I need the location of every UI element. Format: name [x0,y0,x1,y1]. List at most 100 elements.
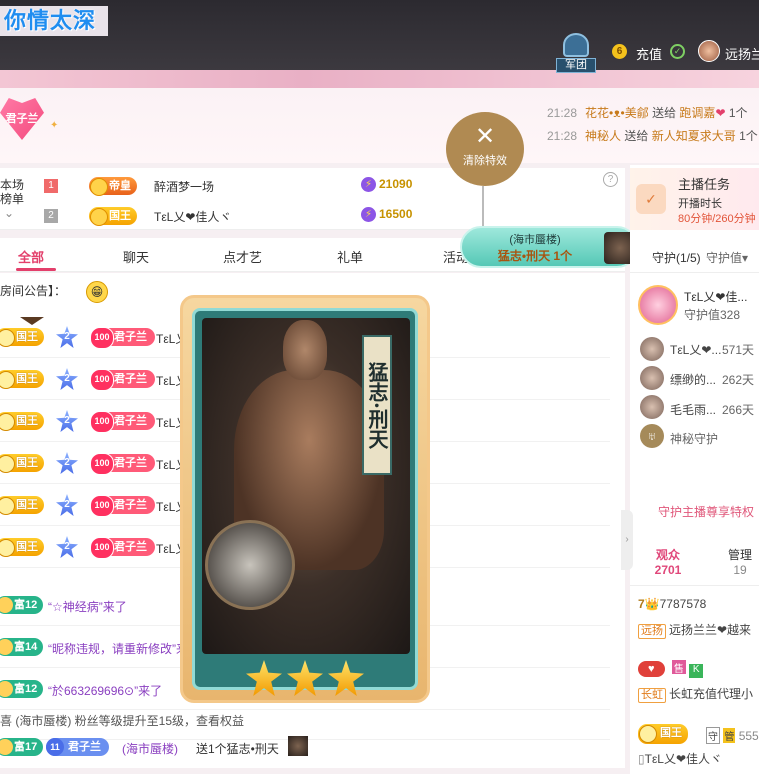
shop-icon: 售 [671,660,686,675]
fan-badge: 君子兰 [90,453,155,475]
room-title: 你情太深 [0,6,108,36]
star-level-icon: 2 [56,410,78,432]
crown-icon: 7👑 [638,597,660,611]
task-icon: ✓ [636,184,666,214]
fan-badge: 君子兰 [90,327,155,349]
effect-sender: (海市蜃楼) [509,234,561,246]
chevron-down-icon[interactable]: ⌄ [0,206,24,220]
effect-connector [482,186,484,226]
lightning-score: 16500 [361,207,412,222]
k-icon: K [689,664,704,678]
warrior-head [283,320,327,380]
guard-name[interactable]: 缥缈的... [670,371,716,388]
vip-badge: ♥ [638,661,665,677]
guard-days: 262天 [722,373,755,387]
king-badge: 国王 [0,496,44,515]
phone-icon: ▯ [638,752,645,766]
rich-badge: 富17 [0,738,44,756]
user-avatar[interactable] [698,40,720,62]
audience-id-line: 7👑7787578 [638,597,707,611]
emperor-badge: 帝皇 [89,177,137,196]
card-title: 猛志·刑天 [362,335,392,475]
rank-row[interactable]: 1 帝皇 醉酒梦一场 21090 [44,173,604,199]
tab-managers[interactable]: 管理 19 [722,548,758,578]
tab-audience[interactable]: 观众 2701 [650,548,686,578]
effect-gift: 猛志•刑天 1个 [497,249,573,263]
star-level-icon: 2 [56,452,78,474]
guard-sort-dropdown[interactable]: 守护值▾ [706,249,748,266]
guard-avatar[interactable] [640,366,664,390]
audience-badges: ♥ 售 K [638,660,704,678]
legion-button[interactable]: 军团 [556,33,596,73]
guard-tag: 守 [706,727,720,744]
guard-tags: 守 管 555 [706,727,759,744]
close-icon: ✕ [474,123,496,150]
host-bar [0,88,759,163]
gift-feed-line: 21:28 神秘人 送给 新人知夏求大哥 1个 [547,129,758,143]
guard-avatar[interactable] [640,395,664,419]
fan-badge: 君子兰 [90,495,155,517]
tab-guard[interactable]: 守护(1/5) [652,249,701,266]
fan-badge: 君子兰 [90,369,155,391]
collapse-handle[interactable]: › [621,510,633,570]
chat-text: “昵称违规，请重新修改”来了 [48,642,200,656]
audience-item[interactable]: 远扬 远扬兰兰❤越来 [638,621,751,639]
top-bar [0,0,759,75]
clear-effects-button[interactable]: ✕ 清除特效 [446,112,524,186]
guard-name[interactable]: TεL乂❤... [670,341,721,358]
helmet-icon [563,33,589,57]
help-icon[interactable]: ? [603,172,618,187]
guard-days: 571天 [722,343,755,357]
rank-label[interactable]: 本场 榜单 ⌄ [0,178,24,220]
audience-item[interactable]: ▯TεL乂❤佳人ヾ [638,750,722,767]
room-announcement: 房间公告】： [0,284,67,298]
rich-badge: 富12 [0,596,44,614]
sparkle-icon: ✦ [50,120,59,131]
chat-text: “於663269696⊙”来了 [48,684,163,698]
chat-row[interactable]: 富17 11 君子兰 (海市蜃楼) 送1个猛志•刑天 [0,730,610,770]
legion-label: 军团 [556,58,596,73]
user-name[interactable]: 远扬兰 [725,44,759,63]
star-level-icon: 2 [56,494,78,516]
gift-thumbnail [288,736,308,756]
audience-item[interactable]: 长虹 长虹充值代理小 [638,685,753,703]
king-badge: 国王 [0,328,44,347]
guard-value: 守护值328 [684,308,741,322]
tab-gift-list[interactable]: 礼单 [337,247,363,266]
task-title: 主播任务 [678,177,731,192]
check-icon[interactable]: ✓ [670,44,685,59]
fan-badge: 11 君子兰 [46,738,109,756]
king-badge: 国王 [0,454,44,473]
divider [630,272,759,273]
admin-tag: 管 [723,728,736,743]
banner-band [0,70,759,88]
star-icon [246,660,282,696]
axe-icon [205,520,295,610]
shield-icon: ♅ [640,424,664,448]
tab-underline [16,268,56,271]
fan-badge: 君子兰 [90,411,155,433]
coin-icon: 6 [612,44,627,59]
star-level-icon: 2 [56,368,78,390]
star-level-icon: 2 [56,326,78,348]
tab-talent[interactable]: 点才艺 [223,247,262,266]
recharge-button[interactable]: 充值 [636,44,662,63]
grin-emoji-icon: 😁 [86,281,108,303]
king-badge: 国王 [89,207,137,226]
tab-all[interactable]: 全部 [18,247,44,266]
king-badge: 国王 [0,412,44,431]
chat-user[interactable]: (海市蜃楼) [122,740,178,757]
guard-name[interactable]: TεL乂❤佳... [684,288,747,305]
guard-avatar[interactable] [640,337,664,361]
gift-feed-line: 21:28 花花•ᴥ•美鄃 送给 跑调嘉❤ 1个 [547,106,748,120]
star-icon [287,660,323,696]
lightning-score: 21090 [361,177,412,192]
card-stars [240,660,370,700]
guard-avatar[interactable] [638,285,678,325]
king-badge: 国王 [0,370,44,389]
divider [630,585,759,586]
guard-name[interactable]: 毛毛雨... [670,401,716,418]
star-level-icon: 2 [56,536,78,558]
guard-privilege-link[interactable]: 守护主播尊享特权 [658,503,754,520]
tab-chat[interactable]: 聊天 [123,247,149,266]
